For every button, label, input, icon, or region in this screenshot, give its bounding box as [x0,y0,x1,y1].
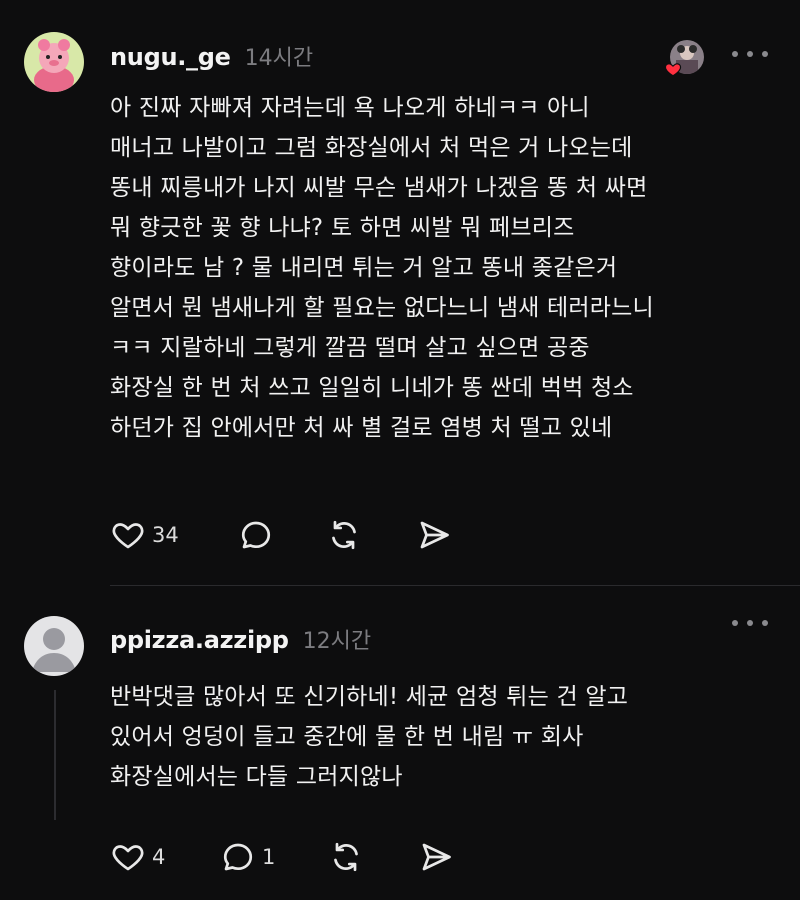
repost-icon [332,520,356,550]
like-button[interactable]: 34 [110,515,238,555]
post-header: ppizza.azzipp 12시간 [110,623,371,655]
like-button[interactable]: 4 [110,837,220,877]
reply-button[interactable] [238,515,326,555]
text-line: 알면서 뭔 냄새나게 할 필요는 없다느니 냄새 테러라느니 [110,295,654,321]
liked-heart-icon [664,60,682,78]
like-count: 34 [152,523,179,547]
post-text: 반박댓글 많아서 또 신기하네! 세균 엄청 튀는 건 알고 있어서 엉덩이 들… [110,677,770,797]
text-line: 하던가 집 안에서만 처 싸 별 걸로 염병 처 떨고 있네 [110,415,613,441]
text-line: 화장실에서는 다들 그러지않나 [110,764,403,790]
share-icon [420,521,449,549]
text-line: 뭐 향긋한 꽃 향 나냐? 토 하면 씨발 뭐 페브리즈 [110,215,575,241]
text-line: 향이라도 남 ? 물 내리면 튀는 거 알고 똥내 좆같은거 [110,255,618,281]
divider [110,585,800,586]
text-line: 화장실 한 번 처 쓰고 일일히 니네가 똥 싼데 벅벅 청소 [110,375,634,401]
timestamp: 14시간 [244,46,314,71]
thread-line [54,690,56,820]
avatar[interactable] [24,32,84,92]
thread-post: ppizza.azzipp 12시간 반박댓글 많아서 또 신기하네! 세균 엄… [0,585,800,900]
username[interactable]: ppizza.azzipp [110,626,289,654]
text-line: 아 진짜 자빠져 자려는데 욕 나오게 하네ㅋㅋ 아니 [110,95,590,121]
text-line: ㅋㅋ 지랄하네 그렇게 깔끔 떨며 살고 싶으면 공중 [110,335,590,361]
action-bar: 34 [110,515,476,555]
text-line: 반박댓글 많아서 또 신기하네! 세균 엄청 튀는 건 알고 [110,684,629,710]
share-button[interactable] [416,515,476,555]
thread-post: nugu._ge 14시간 아 진짜 자빠져 자려는데 욕 나오게 하네ㅋㅋ 아… [0,0,800,585]
more-options-icon[interactable] [732,46,768,62]
like-count: 4 [152,845,166,869]
share-button[interactable] [418,837,478,877]
repost-button[interactable] [326,515,416,555]
share-icon [422,843,451,871]
username[interactable]: nugu._ge [110,43,231,71]
repost-icon [334,842,358,872]
post-header: nugu._ge 14시간 [110,40,313,72]
action-bar: 4 1 [110,837,478,877]
reply-icon [223,843,253,871]
text-line: 있어서 엉덩이 들고 중간에 물 한 번 내림 ㅠ 회사 [110,724,584,750]
text-line: 매너고 나발이고 그럼 화장실에서 처 먹은 거 나오는데 [110,135,633,161]
timestamp: 12시간 [302,629,372,654]
heart-icon [112,845,144,871]
text-line: 똥내 찌릉내가 나지 씨발 무슨 냄새가 나겠음 똥 처 싸면 [110,175,648,201]
more-options-icon[interactable] [732,615,768,631]
repost-button[interactable] [328,837,418,877]
reply-count: 1 [262,845,276,869]
reply-icon [241,521,271,549]
heart-icon [112,523,144,549]
post-text: 아 진짜 자빠져 자려는데 욕 나오게 하네ㅋㅋ 아니 매너고 나발이고 그럼 … [110,88,770,448]
reply-button[interactable]: 1 [220,837,328,877]
avatar[interactable] [24,616,84,676]
